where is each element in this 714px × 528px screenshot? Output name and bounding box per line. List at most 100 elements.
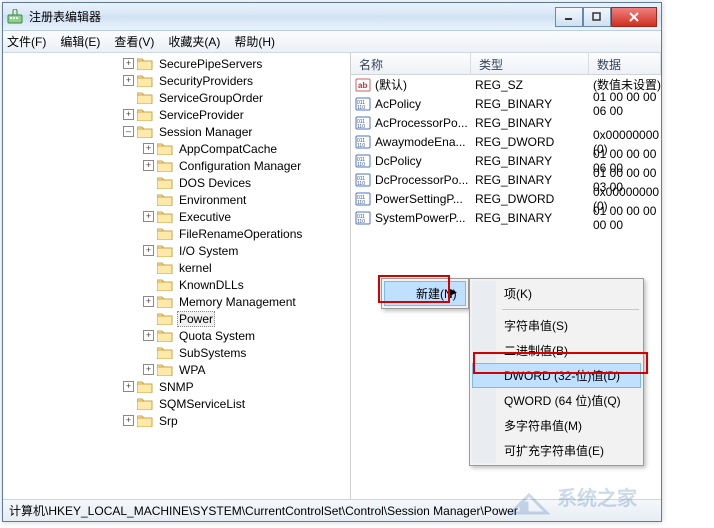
tree-node-label: SNMP bbox=[157, 380, 196, 394]
svg-text:110: 110 bbox=[357, 181, 365, 187]
tree-node[interactable]: + SNMP bbox=[3, 378, 350, 395]
value-row[interactable]: 011110AcPolicyREG_BINARY01 00 00 00 06 0… bbox=[351, 94, 661, 113]
tree-node[interactable]: SQMServiceList bbox=[3, 395, 350, 412]
expander-icon[interactable]: + bbox=[123, 75, 134, 86]
expander-icon[interactable]: – bbox=[123, 126, 134, 137]
tree-node-label: ServiceProvider bbox=[157, 108, 246, 122]
tree-node[interactable]: + SecurePipeServers bbox=[3, 55, 350, 72]
tree-node-label: Memory Management bbox=[177, 295, 298, 309]
svg-text:ab: ab bbox=[358, 81, 367, 90]
menu-file[interactable]: 文件(F) bbox=[7, 33, 46, 50]
tree-node[interactable]: + ServiceProvider bbox=[3, 106, 350, 123]
tree-node-label: AppCompatCache bbox=[177, 142, 279, 156]
tree-node[interactable]: – Session Manager bbox=[3, 123, 350, 140]
menu-help[interactable]: 帮助(H) bbox=[234, 33, 275, 50]
submenu-item[interactable]: QWORD (64 位)值(Q) bbox=[472, 388, 641, 413]
tree-node[interactable]: FileRenameOperations bbox=[3, 225, 350, 242]
tree-node[interactable]: + Configuration Manager bbox=[3, 157, 350, 174]
svg-text:110: 110 bbox=[357, 105, 365, 111]
context-menu-new[interactable]: 新建(N) ▶ bbox=[384, 281, 466, 306]
expander-icon[interactable]: + bbox=[123, 109, 134, 120]
tree-node-label: Configuration Manager bbox=[177, 159, 303, 173]
tree-node-label: SQMServiceList bbox=[157, 397, 247, 411]
expander-icon[interactable]: + bbox=[143, 143, 154, 154]
tree-node-label: kernel bbox=[177, 261, 214, 275]
tree-node[interactable]: + Srp bbox=[3, 412, 350, 429]
menu-separator bbox=[502, 309, 639, 310]
tree-node-label: Environment bbox=[177, 193, 248, 207]
menu-view[interactable]: 查看(V) bbox=[114, 33, 154, 50]
value-name: DcProcessorPo... bbox=[375, 173, 468, 187]
tree-node-label: I/O System bbox=[177, 244, 240, 258]
tree-node-label: ServiceGroupOrder bbox=[157, 91, 265, 105]
tree-node-label: Srp bbox=[157, 414, 180, 428]
menu-favorites[interactable]: 收藏夹(A) bbox=[168, 33, 220, 50]
expander-icon[interactable]: + bbox=[123, 58, 134, 69]
tree-node[interactable]: DOS Devices bbox=[3, 174, 350, 191]
expander-icon[interactable]: + bbox=[143, 364, 154, 375]
value-type: REG_BINARY bbox=[471, 173, 589, 187]
context-submenu-new[interactable]: 项(K) 字符串值(S)二进制值(B)DWORD (32-位)值(D)QWORD … bbox=[469, 278, 644, 466]
value-name: AcPolicy bbox=[375, 97, 421, 111]
tree-node[interactable]: +SecurityProviders bbox=[3, 72, 350, 89]
tree-node[interactable]: + AppCompatCache bbox=[3, 140, 350, 157]
value-name: (默认) bbox=[375, 76, 407, 93]
col-header-name[interactable]: 名称 bbox=[351, 53, 471, 74]
tree-node[interactable]: + Memory Management bbox=[3, 293, 350, 310]
expander-icon[interactable]: + bbox=[143, 330, 154, 341]
expander-icon[interactable]: + bbox=[143, 245, 154, 256]
expander-icon[interactable]: + bbox=[143, 160, 154, 171]
tree-node-label: KnownDLLs bbox=[177, 278, 246, 292]
value-type: REG_BINARY bbox=[471, 116, 589, 130]
tree-node-label: FileRenameOperations bbox=[177, 227, 304, 241]
submenu-item[interactable]: 项(K) bbox=[472, 281, 641, 306]
submenu-item[interactable]: 二进制值(B) bbox=[472, 338, 641, 363]
context-menu[interactable]: 新建(N) ▶ bbox=[381, 278, 469, 309]
expander-icon[interactable]: + bbox=[123, 381, 134, 392]
submenu-item[interactable]: 可扩充字符串值(E) bbox=[472, 438, 641, 463]
svg-text:110: 110 bbox=[357, 124, 365, 130]
tree-node[interactable]: ServiceGroupOrder bbox=[3, 89, 350, 106]
menu-edit[interactable]: 编辑(E) bbox=[60, 33, 100, 50]
window-title: 注册表编辑器 bbox=[29, 8, 555, 25]
col-header-type[interactable]: 类型 bbox=[471, 53, 589, 74]
tree-node[interactable]: SubSystems bbox=[3, 344, 350, 361]
tree-node-label: Power bbox=[177, 311, 215, 327]
value-type: REG_BINARY bbox=[471, 154, 589, 168]
value-name: AcProcessorPo... bbox=[375, 116, 468, 130]
list-header: 名称 类型 数据 bbox=[351, 53, 661, 75]
expander-icon[interactable]: + bbox=[123, 415, 134, 426]
expander-icon[interactable]: + bbox=[143, 296, 154, 307]
tree-node[interactable]: KnownDLLs bbox=[3, 276, 350, 293]
tree-node-label: SubSystems bbox=[177, 346, 248, 360]
col-header-data[interactable]: 数据 bbox=[589, 53, 661, 74]
titlebar[interactable]: 注册表编辑器 bbox=[3, 3, 661, 31]
value-row[interactable]: 011110SystemPowerP...REG_BINARY01 00 00 … bbox=[351, 208, 661, 227]
tree-node[interactable]: Environment bbox=[3, 191, 350, 208]
value-name: DcPolicy bbox=[375, 154, 422, 168]
key-tree[interactable]: + SecurePipeServers+SecurityProviders Serv… bbox=[3, 53, 351, 499]
expander-icon[interactable]: + bbox=[143, 211, 154, 222]
menubar: 文件(F) 编辑(E) 查看(V) 收藏夹(A) 帮助(H) bbox=[3, 31, 661, 53]
submenu-item[interactable]: 字符串值(S) bbox=[472, 313, 641, 338]
tree-node[interactable]: +Quota System bbox=[3, 327, 350, 344]
regedit-icon bbox=[7, 9, 23, 25]
tree-node[interactable]: + Executive bbox=[3, 208, 350, 225]
svg-text:110: 110 bbox=[357, 162, 365, 168]
tree-node[interactable]: kernel bbox=[3, 259, 350, 276]
tree-node-label: SecurePipeServers bbox=[157, 57, 264, 71]
close-button[interactable] bbox=[611, 7, 657, 27]
tree-node[interactable]: + I/O System bbox=[3, 242, 350, 259]
minimize-button[interactable] bbox=[555, 7, 583, 27]
svg-text:110: 110 bbox=[357, 143, 365, 149]
tree-node-label: Session Manager bbox=[157, 125, 254, 139]
value-type: REG_BINARY bbox=[471, 97, 589, 111]
tree-node-label: Executive bbox=[177, 210, 233, 224]
tree-node[interactable]: +WPA bbox=[3, 361, 350, 378]
svg-text:110: 110 bbox=[357, 219, 365, 225]
submenu-item[interactable]: 多字符串值(M) bbox=[472, 413, 641, 438]
maximize-button[interactable] bbox=[583, 7, 611, 27]
submenu-item[interactable]: DWORD (32-位)值(D) bbox=[472, 363, 641, 388]
tree-node[interactable]: Power bbox=[3, 310, 350, 327]
tree-node-label: DOS Devices bbox=[177, 176, 253, 190]
